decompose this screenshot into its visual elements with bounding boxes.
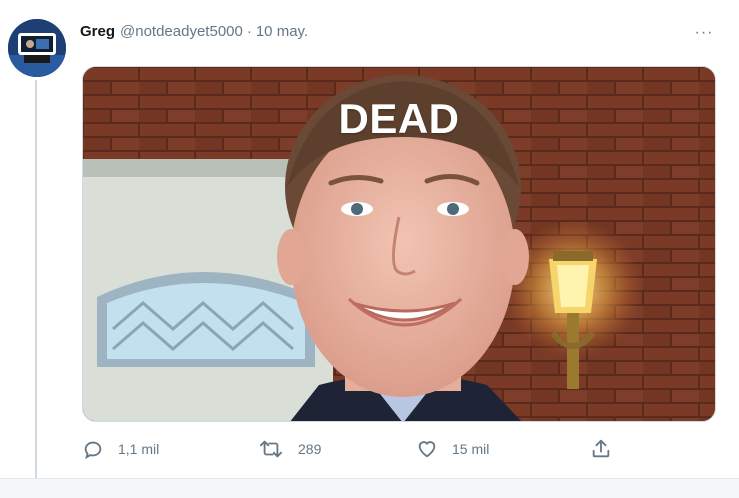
share-icon [590, 438, 612, 460]
tweet-image[interactable]: DEAD [82, 66, 716, 422]
like-count: 15 mil [452, 441, 490, 457]
reply-icon [82, 438, 118, 460]
tweet-header: Greg @notdeadyet5000 · 10 may. [80, 22, 308, 42]
retweet-count: 289 [298, 441, 322, 457]
like-button[interactable]: 15 mil [416, 438, 489, 460]
ellipsis-icon[interactable]: ··· [692, 24, 716, 42]
tweet-card[interactable]: Greg @notdeadyet5000 · 10 may. ··· DEAD … [0, 0, 739, 479]
thread-line [35, 80, 37, 478]
separator-dot: · [246, 23, 252, 40]
tweet-date[interactable]: 10 may. [256, 22, 308, 42]
reply-button[interactable]: 1,1 mil [82, 438, 159, 460]
retweet-button[interactable]: 289 [258, 438, 321, 460]
avatar[interactable] [8, 19, 66, 77]
display-name[interactable]: Greg [80, 22, 115, 42]
share-button[interactable] [590, 438, 612, 460]
retweet-icon [258, 438, 298, 460]
heart-icon [416, 438, 452, 460]
reply-count: 1,1 mil [118, 441, 160, 457]
user-handle[interactable]: @notdeadyet5000 [120, 22, 243, 42]
tweet-actions: 1,1 mil 289 15 mil [82, 438, 622, 464]
image-overlay-caption: DEAD [338, 95, 460, 142]
